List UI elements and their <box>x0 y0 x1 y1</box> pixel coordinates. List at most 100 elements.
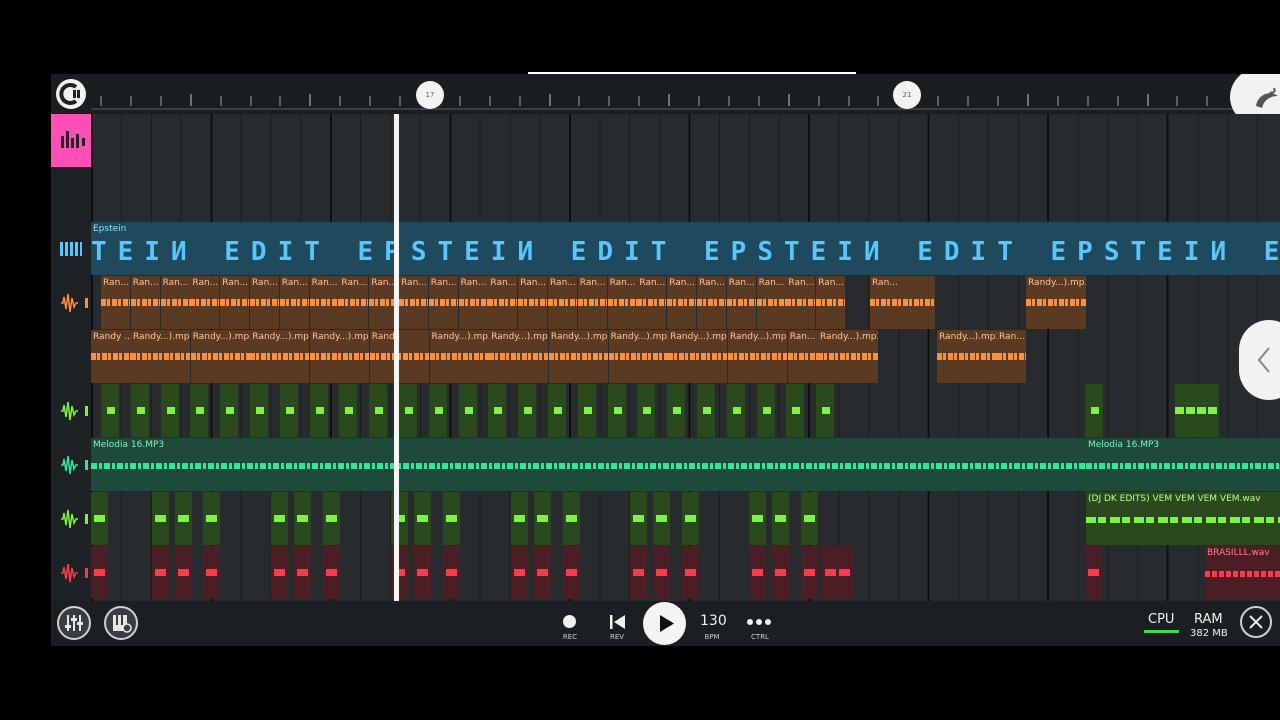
audio-clip[interactable] <box>294 492 311 545</box>
audio-clip[interactable] <box>1085 384 1103 437</box>
audio-clip[interactable] <box>836 546 853 599</box>
audio-clip[interactable] <box>203 546 220 599</box>
audio-clip[interactable]: Randy ... <box>91 330 131 383</box>
audio-clip[interactable] <box>152 546 169 599</box>
audio-clip[interactable] <box>534 546 551 599</box>
audio-clip[interactable] <box>323 492 340 545</box>
audio-clip[interactable] <box>534 492 551 545</box>
record-button[interactable] <box>563 615 576 628</box>
audio-clip[interactable]: Ran... <box>607 276 637 329</box>
audio-clip[interactable] <box>339 384 358 437</box>
audio-clip[interactable] <box>749 546 766 599</box>
rewind-button[interactable] <box>609 614 627 634</box>
melodia-clip-2[interactable]: Melodia 16.MP3 <box>1086 438 1280 491</box>
track-header-green2[interactable] <box>51 492 91 546</box>
audio-clip[interactable]: Randy...).mp3 <box>608 330 668 383</box>
track-lane-melodia[interactable]: Melodia 16.MP3 Melodia 16.MP3 <box>91 438 1280 493</box>
audio-clip[interactable] <box>577 384 596 437</box>
audio-clip[interactable]: Ran... <box>726 276 756 329</box>
audio-clip[interactable] <box>101 384 119 437</box>
audio-clip[interactable] <box>511 546 528 599</box>
timeline-ruler[interactable]: 17 21 <box>51 74 1280 128</box>
channel-rack-icon[interactable] <box>51 114 91 167</box>
audio-clip[interactable]: Randy...).mp3 <box>131 330 190 383</box>
audio-clip[interactable]: Randy...).mp3 <box>548 330 608 383</box>
audio-clip[interactable]: Ran... <box>190 276 220 329</box>
track-lane-orange1[interactable]: Ran... Ran... Ran... Ran... Ran... Ran... Ran.… <box>91 276 1280 331</box>
audio-clip[interactable] <box>511 492 528 545</box>
audio-clip[interactable] <box>726 384 745 437</box>
audio-clip[interactable]: Ran... <box>160 276 190 329</box>
audio-clip[interactable]: Randy...).mp3 <box>190 330 250 383</box>
audio-clip[interactable] <box>369 384 388 437</box>
audio-clip[interactable]: Ran... <box>220 276 250 329</box>
audio-clip[interactable] <box>175 546 192 599</box>
track-lane-1[interactable] <box>91 114 1280 170</box>
audio-clip[interactable]: Ran... <box>428 276 458 329</box>
audio-clip[interactable] <box>220 384 239 437</box>
track-header-1[interactable] <box>51 114 91 169</box>
audio-clip[interactable] <box>630 492 647 545</box>
audio-clip[interactable] <box>607 384 626 437</box>
track-header-red[interactable] <box>51 546 91 601</box>
audio-clip[interactable]: Ran... <box>488 276 518 329</box>
audio-clip[interactable]: Ran... <box>786 276 816 329</box>
audio-clip[interactable] <box>772 546 789 599</box>
track-header-green1[interactable] <box>51 384 91 438</box>
audio-clip[interactable] <box>91 492 108 545</box>
audio-clip[interactable] <box>271 546 288 599</box>
track-lane-green2[interactable]: (DJ DK EDITS) VEM VEM VEM VEM.wav <box>91 492 1280 547</box>
track-lane-orange2[interactable]: Randy ... Randy...).mp3 Randy...).mp3 Randy… <box>91 330 1280 385</box>
track-lane-green1[interactable] <box>91 384 1280 439</box>
audio-clip[interactable] <box>175 492 192 545</box>
vem-clip[interactable]: (DJ DK EDITS) VEM VEM VEM VEM.wav <box>1086 492 1280 545</box>
audio-clip[interactable]: Ran... <box>339 276 369 329</box>
tempo-value[interactable]: 130 <box>700 613 727 629</box>
audio-clip[interactable] <box>563 492 580 545</box>
audio-clip[interactable] <box>152 492 169 545</box>
audio-clip[interactable]: Ran... <box>518 276 548 329</box>
ctrl-button[interactable] <box>745 614 773 634</box>
app-logo-icon[interactable] <box>56 79 86 109</box>
audio-clip[interactable] <box>1085 546 1102 599</box>
audio-clip[interactable] <box>682 492 699 545</box>
track-lane-red[interactable]: BRASILLL.wav <box>91 546 1280 602</box>
audio-clip[interactable] <box>160 384 179 437</box>
epstein-clip[interactable]: Epstein TEIИ EDIT EPSTEIИ EDIT EPSTEIИ E… <box>91 222 1280 275</box>
piano-settings-button[interactable] <box>104 606 138 640</box>
track-header-melodia[interactable] <box>51 438 91 492</box>
audio-clip[interactable]: Randy...).mp3 <box>1026 276 1086 329</box>
audio-clip[interactable] <box>271 492 288 545</box>
audio-clip[interactable]: Randy...).mp3 <box>937 330 997 383</box>
melodia-clip-1[interactable]: Melodia 16.MP3 <box>91 438 1086 491</box>
audio-clip[interactable] <box>414 546 431 599</box>
audio-clip[interactable]: Randy...).mp3 <box>429 330 489 383</box>
audio-clip[interactable]: Randy...).mp3 <box>668 330 728 383</box>
track-header-orange2[interactable] <box>51 330 91 384</box>
audio-clip[interactable] <box>801 546 818 599</box>
audio-clip[interactable]: Randy...).mp3 <box>489 330 549 383</box>
audio-clip[interactable] <box>756 384 775 437</box>
track-header-orange1[interactable] <box>51 276 91 330</box>
audio-clip[interactable]: Ran... <box>548 276 577 329</box>
audio-clip[interactable]: Ran... <box>399 276 428 329</box>
track-lane-epstein[interactable]: Epstein TEIИ EDIT EPSTEIИ EDIT EPSTEIИ E… <box>91 222 1280 277</box>
audio-clip[interactable] <box>801 492 818 545</box>
audio-clip[interactable]: Randy...).mp3 <box>728 330 787 383</box>
audio-clip[interactable] <box>443 492 460 545</box>
audio-clip[interactable] <box>443 546 460 599</box>
audio-clip[interactable] <box>1175 384 1219 437</box>
audio-clip[interactable] <box>653 492 670 545</box>
audio-clip[interactable] <box>309 384 328 437</box>
audio-clip[interactable] <box>294 546 311 599</box>
play-button[interactable] <box>643 602 686 645</box>
audio-clip[interactable]: Randy...).mp3 <box>250 330 310 383</box>
audio-clip[interactable] <box>637 384 656 437</box>
audio-clip[interactable] <box>772 492 789 545</box>
audio-clip[interactable]: Ran... <box>250 276 279 329</box>
bar-marker-17[interactable]: 17 <box>416 81 444 109</box>
audio-clip[interactable] <box>786 384 805 437</box>
audio-clip[interactable] <box>682 546 699 599</box>
audio-clip[interactable]: Randy...).mp3 <box>818 330 878 383</box>
audio-clip[interactable]: Ran... <box>697 276 726 329</box>
